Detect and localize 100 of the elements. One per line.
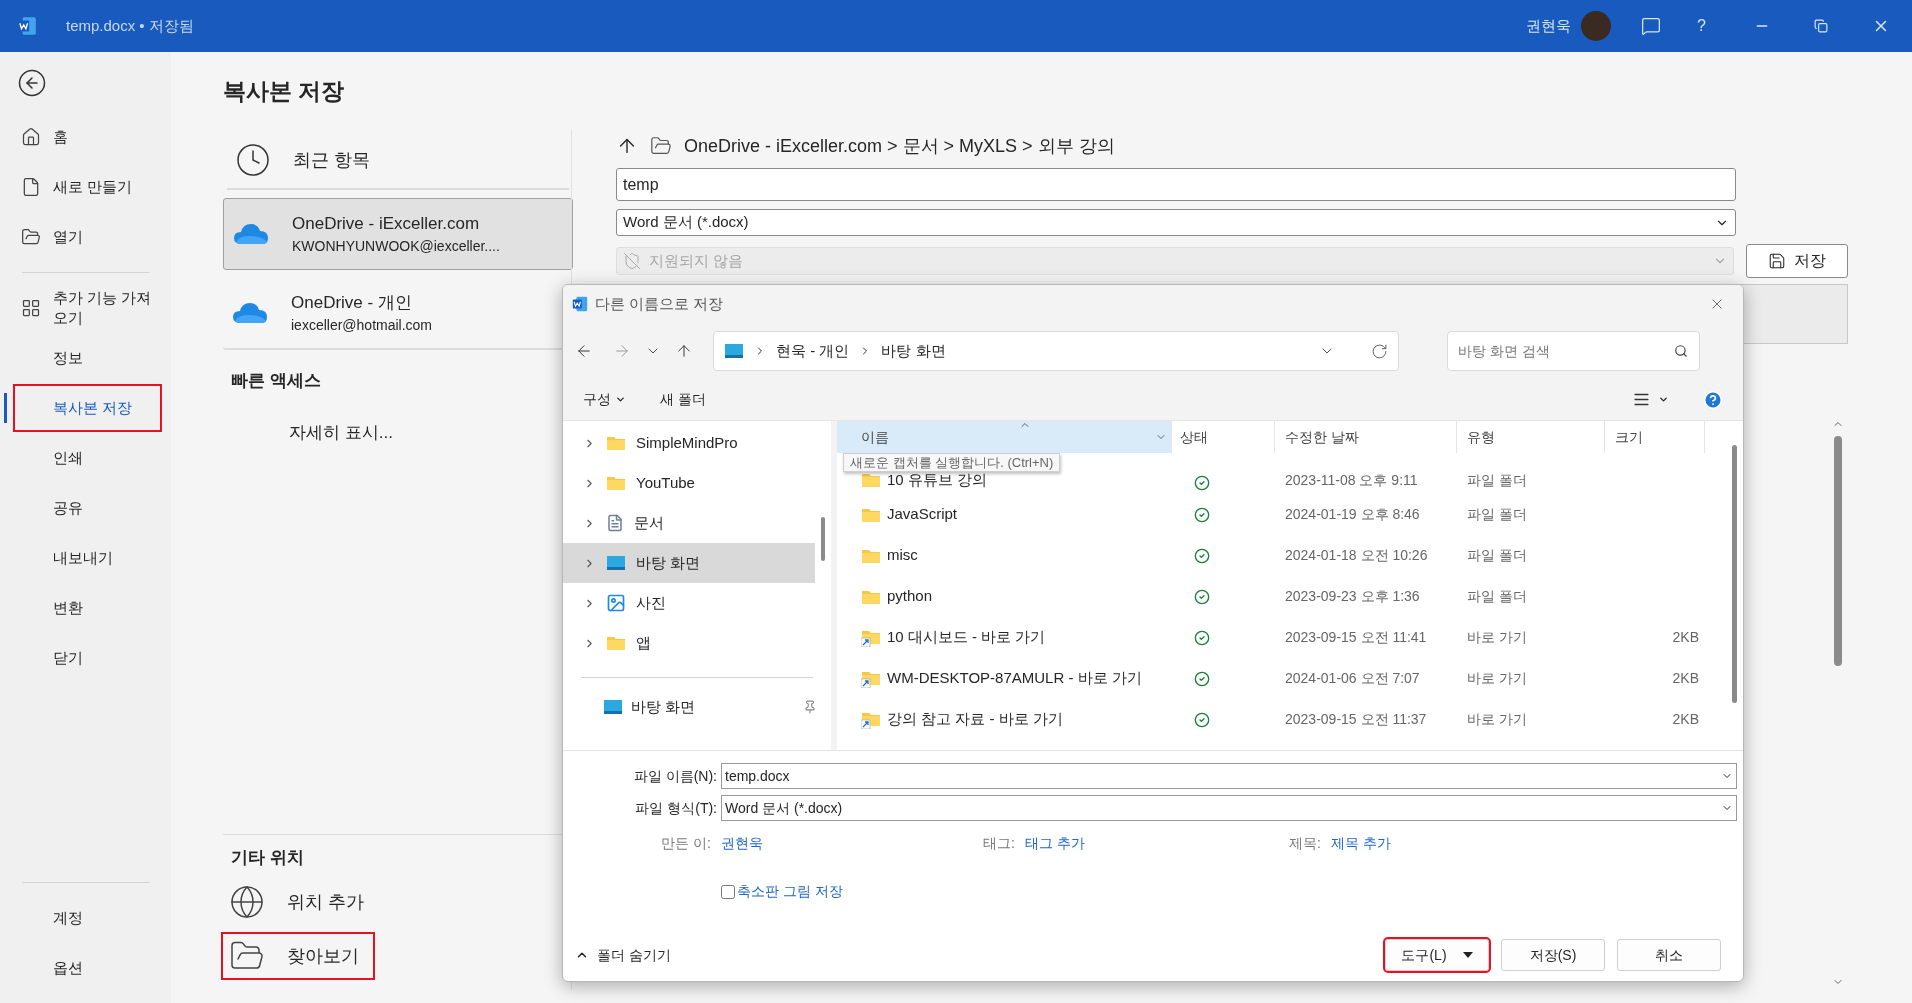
- sidebar-item[interactable]: 추가 기능 가져오기: [15, 286, 160, 330]
- sidebar-item[interactable]: 정보: [15, 336, 160, 380]
- section-heading: 기타 위치: [231, 846, 305, 869]
- sidebar-item[interactable]: 홈: [15, 115, 160, 159]
- caret-icon[interactable]: [1658, 394, 1669, 405]
- tree-item[interactable]: 앱: [563, 623, 815, 663]
- save-icon: [1768, 252, 1787, 270]
- sidebar-item[interactable]: 변환: [15, 586, 160, 630]
- folder-icon: [606, 435, 626, 451]
- meta-label: 제목:: [1289, 833, 1321, 853]
- view-icon[interactable]: [1633, 391, 1650, 408]
- desktop-icon: [603, 699, 623, 716]
- file-name-field[interactable]: temp: [616, 168, 1736, 201]
- sidebar-item[interactable]: 인쇄: [15, 436, 160, 480]
- location-item[interactable]: 위치 추가: [223, 880, 378, 924]
- pinned-item[interactable]: 바탕 화면: [603, 696, 817, 719]
- restore-icon[interactable]: [1814, 19, 1828, 33]
- desktop-icon: [724, 343, 744, 359]
- meta-link[interactable]: 권현욱: [720, 832, 763, 854]
- clock-icon: [235, 142, 271, 178]
- type-cell: 파일 폴더: [1467, 588, 1527, 604]
- back-icon[interactable]: [17, 68, 47, 98]
- tools-menu-button[interactable]: 도구(L): [1385, 939, 1489, 971]
- document-icon: [21, 177, 41, 197]
- file-name[interactable]: misc: [887, 544, 918, 567]
- column-header[interactable]: 수정한 날짜: [1275, 421, 1457, 453]
- tree-item[interactable]: SimpleMindPro: [563, 423, 815, 463]
- file-name[interactable]: WM-DESKTOP-87AMULR - 바로 가기: [887, 667, 1142, 690]
- organize-menu[interactable]: 구성: [583, 389, 626, 410]
- tree-item[interactable]: YouTube: [563, 463, 815, 503]
- comment-icon[interactable]: [1641, 16, 1662, 36]
- meta-link[interactable]: 태그 추가: [1024, 832, 1085, 854]
- column-header[interactable]: 이름: [837, 421, 1172, 453]
- dialog-button[interactable]: 저장(S): [1501, 939, 1605, 971]
- address-segment[interactable]: 바탕 화면: [881, 339, 946, 363]
- date-cell: 2024-01-06 오전 7:07: [1285, 670, 1420, 686]
- save-button[interactable]: 저장: [1746, 244, 1848, 278]
- picture-icon: [606, 593, 626, 613]
- file-type-dropdown[interactable]: Word 문서 (*.docx): [616, 209, 1736, 236]
- meta-link[interactable]: 제목 추가: [1330, 832, 1391, 854]
- thumbnail-checkbox[interactable]: [721, 884, 735, 899]
- date-cell: 2024-01-18 오전 10:26: [1285, 547, 1428, 563]
- sidebar-item[interactable]: 새로 만들기: [15, 165, 160, 209]
- recent-item[interactable]: 최근 항목: [227, 132, 569, 190]
- help-icon[interactable]: [1703, 389, 1723, 410]
- size-cell-text: 2KB: [1672, 710, 1699, 729]
- column-header[interactable]: 상태: [1172, 421, 1275, 453]
- scrollbar-thumb[interactable]: [1834, 436, 1842, 666]
- location-item[interactable]: OneDrive - iExceller.com KWONHYUNWOOK@iexceller....: [223, 198, 573, 270]
- location-item[interactable]: 찾아보기: [223, 934, 373, 978]
- refresh-icon[interactable]: [1371, 342, 1388, 360]
- file-name[interactable]: JavaScript: [887, 503, 958, 526]
- file-type-dropdown[interactable]: Word 문서 (*.docx): [721, 795, 1737, 821]
- type-cell: 바로 가기: [1467, 711, 1527, 727]
- file-name[interactable]: 10 대시보드 - 바로 가기: [887, 626, 1046, 649]
- sidebar-item[interactable]: 닫기: [15, 636, 160, 680]
- scrollbar-thumb[interactable]: [821, 517, 825, 561]
- sidebar-item[interactable]: 옵션: [15, 946, 160, 990]
- help-button[interactable]: ?: [1697, 14, 1706, 38]
- date-cell: 2023-09-15 오전 11:37: [1285, 711, 1427, 727]
- size-cell-text: 2KB: [1672, 628, 1699, 647]
- address-segment[interactable]: 현욱 - 개인: [776, 339, 850, 363]
- address-bar[interactable]: 현욱 - 개인 바탕 화면: [713, 331, 1399, 371]
- back-icon[interactable]: [575, 342, 593, 360]
- folder-icon: [861, 547, 881, 564]
- type-cell: 바로 가기: [1467, 629, 1527, 645]
- sidebar-item[interactable]: 열기: [15, 215, 160, 259]
- file-name[interactable]: python: [887, 585, 933, 608]
- column-header[interactable]: 크기: [1605, 421, 1705, 453]
- scrollbar-thumb[interactable]: [1732, 445, 1737, 703]
- file-name-field[interactable]: temp.docx: [721, 763, 1737, 789]
- section-heading: 빠른 액세스: [231, 370, 322, 392]
- column-header[interactable]: 유형: [1457, 421, 1605, 453]
- new-folder-button[interactable]: 새 폴더: [660, 389, 706, 410]
- folder-icon: [861, 471, 881, 488]
- location-account: iexceller@hotmail.com: [291, 316, 433, 336]
- tree-item[interactable]: 사진: [563, 583, 815, 623]
- location-name: OneDrive - iExceller.com: [292, 212, 481, 235]
- date-cell: 2023-11-08 오후 9:11: [1285, 472, 1418, 488]
- home-icon: [21, 127, 41, 147]
- hide-folders-button[interactable]: 폴더 숨기기: [575, 944, 671, 966]
- folder-icon: [606, 635, 626, 651]
- tree-item[interactable]: 문서: [563, 503, 815, 543]
- sidebar-item[interactable]: 내보내기: [15, 536, 160, 580]
- up-icon[interactable]: [675, 342, 693, 360]
- shortcut-folder-icon: [861, 669, 881, 688]
- folder-icon: [861, 506, 881, 523]
- file-name[interactable]: 강의 참고 자료 - 바로 가기: [887, 708, 1063, 731]
- folder-icon: [21, 227, 41, 247]
- window-title: temp.docx • 저장됨: [66, 15, 194, 36]
- tooltip: 새로운 캡처를 실행합니다. (Ctrl+N): [843, 453, 1061, 472]
- grid-icon: [21, 298, 41, 318]
- tree-item[interactable]: 바탕 화면: [563, 543, 815, 583]
- sidebar-item[interactable]: 복사본 저장: [15, 386, 160, 430]
- search-field[interactable]: 바탕 화면 검색: [1447, 331, 1700, 371]
- dialog-button[interactable]: 취소: [1617, 939, 1721, 971]
- globe-icon: [229, 884, 265, 920]
- sidebar-item[interactable]: 공유: [15, 486, 160, 530]
- sidebar-item[interactable]: 계정: [15, 896, 160, 940]
- search-icon: [1674, 344, 1688, 358]
